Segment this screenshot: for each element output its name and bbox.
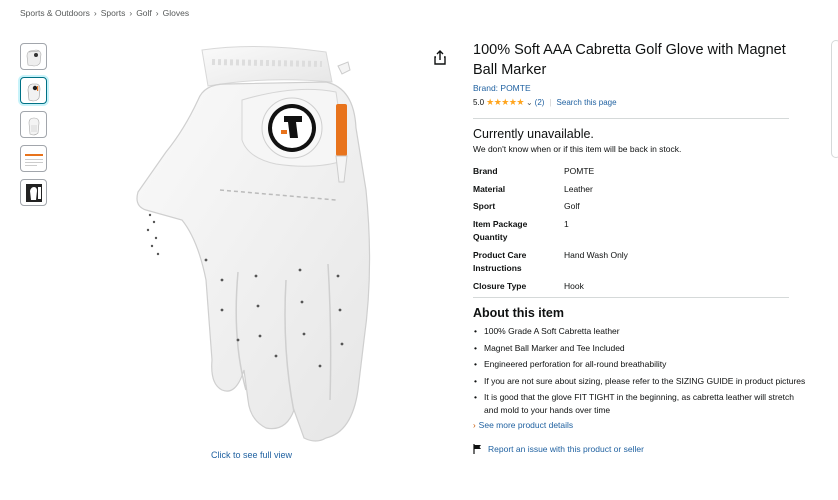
see-more-details-link[interactable]: › See more product details bbox=[473, 420, 789, 430]
about-bullet: It is good that the glove FIT TIGHT in t… bbox=[473, 391, 808, 416]
breadcrumb-item-golf[interactable]: Golf bbox=[136, 8, 152, 18]
spec-row: Item Package Quantity 1 bbox=[473, 218, 786, 245]
brand-link[interactable]: Brand: POMTE bbox=[473, 83, 789, 93]
chevron-right-icon: › bbox=[473, 420, 476, 430]
spec-value: Hook bbox=[564, 280, 584, 291]
spec-key: Sport bbox=[473, 201, 496, 211]
spec-value: Leather bbox=[564, 183, 593, 194]
thumbnail-3[interactable] bbox=[20, 111, 47, 138]
divider bbox=[473, 118, 789, 119]
breadcrumb-separator: › bbox=[93, 8, 97, 18]
spec-row: Material Leather bbox=[473, 183, 786, 197]
spec-value: Hand Wash Only bbox=[564, 249, 628, 260]
breadcrumb-separator: › bbox=[155, 8, 159, 18]
product-details: 100% Soft AAA Cabretta Golf Glove with M… bbox=[473, 40, 805, 454]
breadcrumb-item-sports-outdoors[interactable]: Sports & Outdoors bbox=[20, 8, 90, 18]
divider bbox=[473, 297, 789, 298]
availability-detail: We don't know when or if this item will … bbox=[473, 144, 682, 154]
spec-value: 1 bbox=[564, 218, 569, 229]
divider: | bbox=[549, 98, 552, 107]
about-bullet: Magnet Ball Marker and Tee Included bbox=[473, 342, 808, 355]
review-count-link[interactable]: (2) bbox=[535, 98, 545, 107]
spec-row: Brand POMTE bbox=[473, 165, 786, 179]
spec-key: Material bbox=[473, 183, 506, 194]
glove-thumbnail-icon bbox=[26, 49, 41, 66]
rating-row: 5.0 ★★★★★ ⌄ (2) | Search this page bbox=[473, 97, 789, 108]
product-main-image[interactable] bbox=[126, 40, 388, 452]
product-title: 100% Soft AAA Cabretta Golf Glove with M… bbox=[473, 42, 786, 78]
about-bullet: If you are not sure about sizing, please… bbox=[473, 375, 808, 388]
breadcrumb-item-sports[interactable]: Sports bbox=[101, 8, 126, 18]
flag-icon bbox=[473, 444, 481, 454]
see-more-label: See more product details bbox=[478, 420, 574, 430]
golf-glove-image bbox=[136, 45, 371, 442]
spec-table: Brand POMTE Material Leather Sport Golf … bbox=[473, 165, 786, 293]
about-list: 100% Grade A Soft Cabretta leather Magne… bbox=[473, 325, 808, 416]
spec-row: Product Care Instructions Hand Wash Only bbox=[473, 249, 786, 276]
tee-thumbnail-icon bbox=[24, 153, 43, 166]
glove-thumbnail-icon bbox=[27, 83, 40, 101]
side-panel-edge bbox=[831, 40, 838, 158]
star-rating-icon[interactable]: ★★★★★ bbox=[486, 97, 524, 108]
spec-key: Product Care Instructions bbox=[473, 249, 527, 274]
share-icon[interactable] bbox=[432, 50, 448, 66]
spec-value: Golf bbox=[564, 201, 580, 211]
report-issue-label: Report an issue with this product or sel… bbox=[488, 444, 644, 454]
spec-value: POMTE bbox=[564, 166, 595, 176]
thumbnail-strip bbox=[20, 43, 47, 206]
spec-key: Brand bbox=[473, 166, 498, 176]
spec-row: Closure Type Hook bbox=[473, 280, 786, 294]
sizing-guide-thumbnail-icon bbox=[25, 183, 42, 202]
availability-status: Currently unavailable. bbox=[473, 127, 594, 141]
full-view-link[interactable]: Click to see full view bbox=[211, 450, 292, 460]
glove-thumbnail-icon bbox=[28, 117, 39, 135]
breadcrumb-item-gloves[interactable]: Gloves bbox=[163, 8, 189, 18]
search-page-link[interactable]: Search this page bbox=[557, 98, 617, 107]
about-bullet: Engineered perforation for all-round bre… bbox=[473, 358, 808, 371]
thumbnail-2[interactable] bbox=[20, 77, 47, 104]
chevron-down-icon[interactable]: ⌄ bbox=[526, 98, 533, 107]
thumbnail-4[interactable] bbox=[20, 145, 47, 172]
spec-row: Sport Golf bbox=[473, 200, 786, 214]
breadcrumb: Sports & Outdoors › Sports › Golf › Glov… bbox=[20, 8, 189, 18]
thumbnail-5[interactable] bbox=[20, 179, 47, 206]
breadcrumb-separator: › bbox=[129, 8, 133, 18]
report-issue-link[interactable]: Report an issue with this product or sel… bbox=[473, 444, 789, 454]
rating-value: 5.0 bbox=[473, 98, 485, 107]
about-heading: About this item bbox=[473, 306, 564, 320]
spec-key: Closure Type bbox=[473, 280, 527, 291]
spec-key: Item Package Quantity bbox=[473, 218, 528, 243]
thumbnail-1[interactable] bbox=[20, 43, 47, 70]
about-bullet: 100% Grade A Soft Cabretta leather bbox=[473, 325, 808, 338]
